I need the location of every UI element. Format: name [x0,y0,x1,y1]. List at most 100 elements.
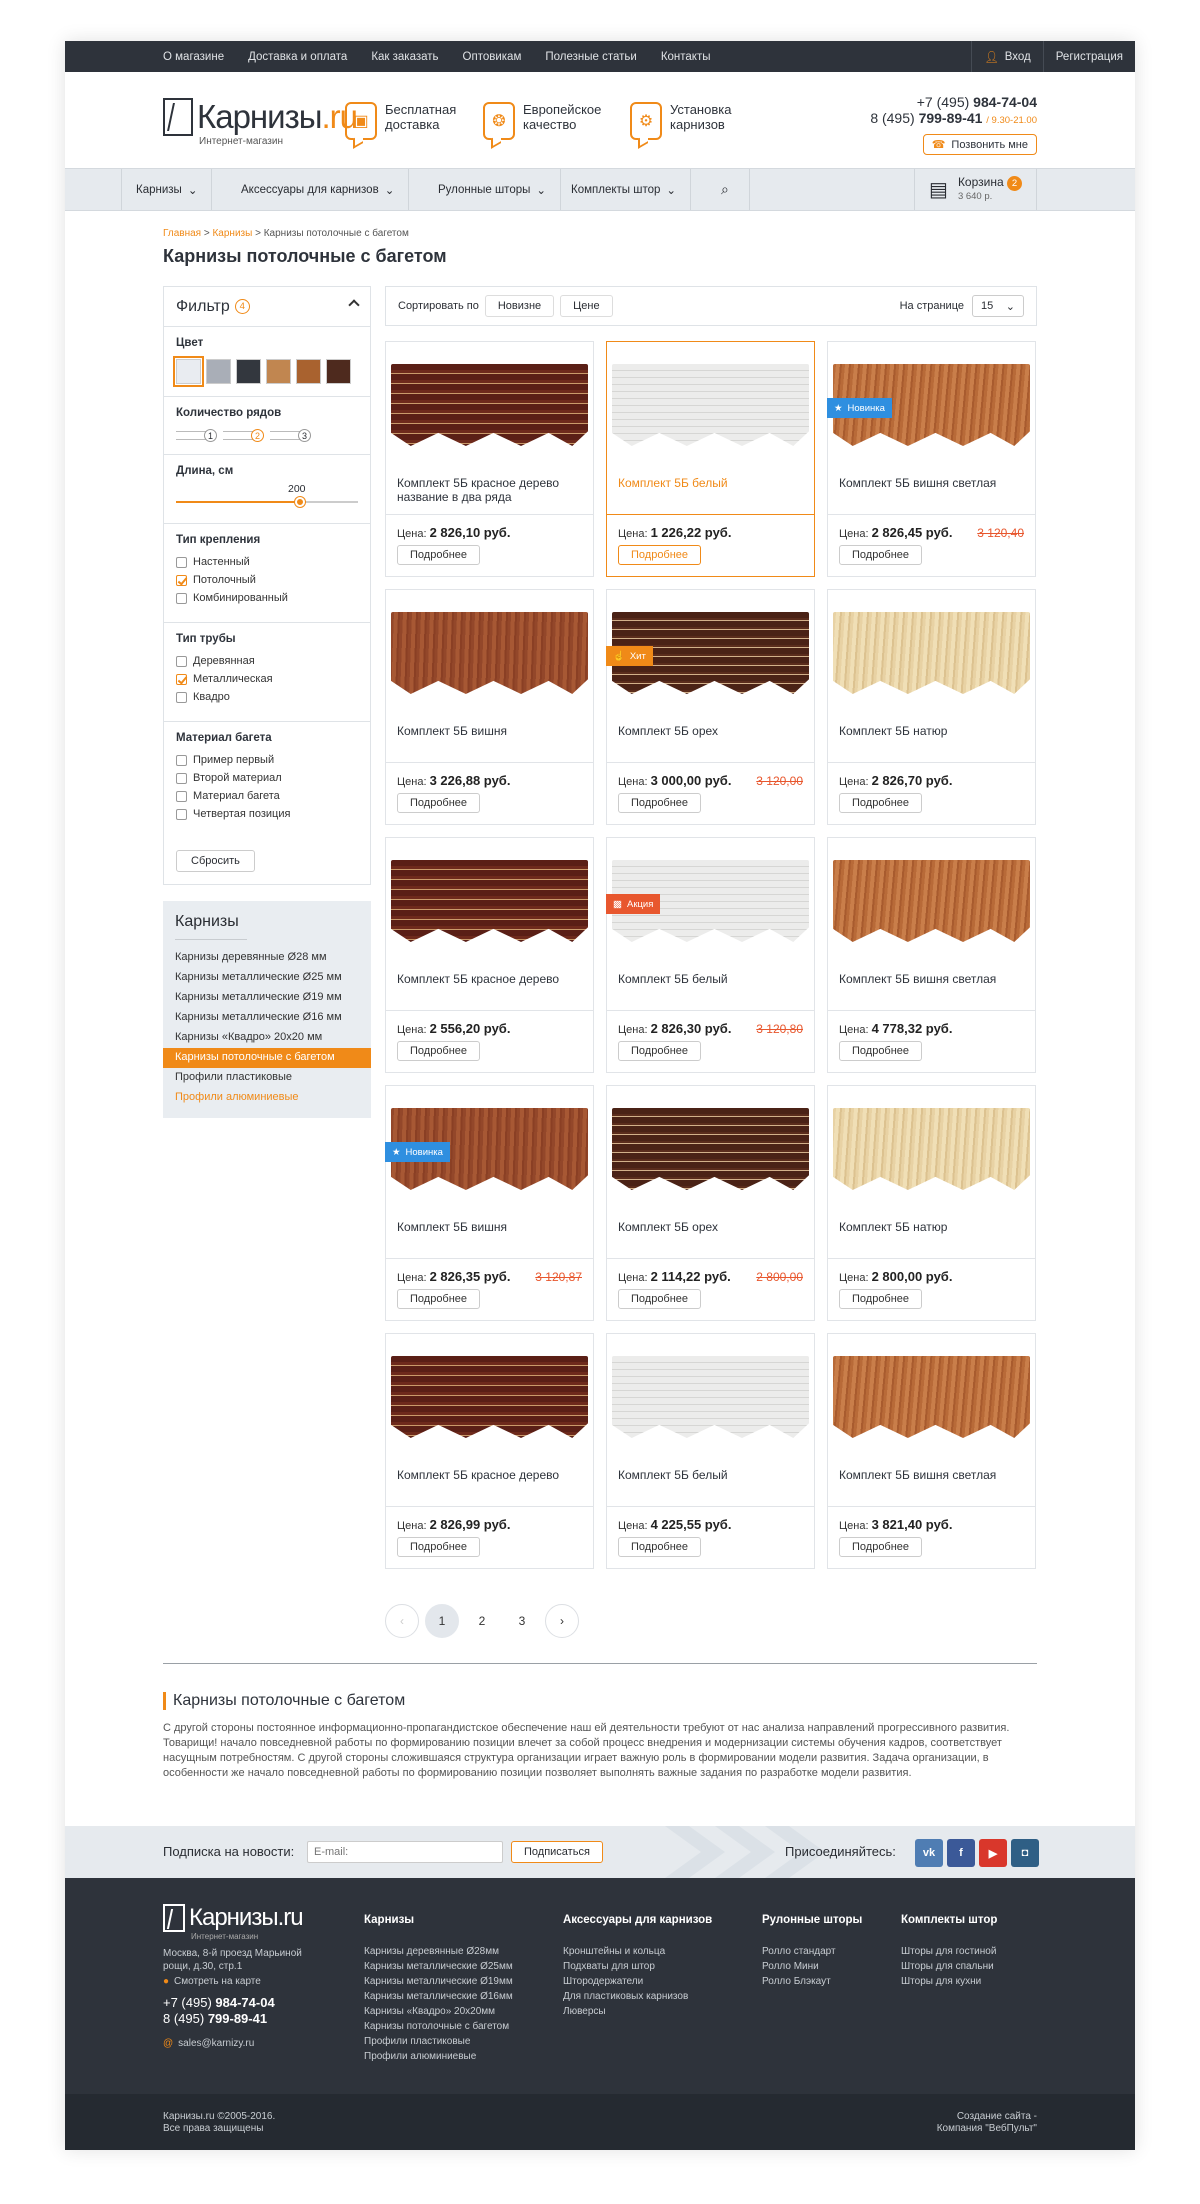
breadcrumb-home[interactable]: Главная [163,228,201,239]
details-button[interactable]: Подробнее [397,1289,481,1309]
color-swatch-6[interactable] [326,359,351,384]
product-name[interactable]: Комплект 5Б красное дерево название в дв… [397,476,587,504]
top-nav-how-to-order[interactable]: Как заказать [371,51,438,63]
facebook-icon[interactable]: f [947,1839,975,1867]
product-image[interactable] [833,860,1030,942]
mount-checkbox-2[interactable]: Потолочный [176,574,358,586]
details-button[interactable]: Подробнее [618,1289,702,1309]
color-swatch-5[interactable] [296,359,321,384]
product-name[interactable]: Комплект 5Б красное дерево [397,1468,587,1482]
color-swatch-4[interactable] [266,359,291,384]
category-link-8[interactable]: Профили алюминиевые [163,1088,371,1108]
developer-link[interactable]: Создание сайта - Компания "ВебПульт" [937,2111,1037,2135]
vk-icon[interactable]: vk [915,1839,943,1867]
product-name[interactable]: Комплект 5Б вишня [397,1220,587,1234]
product-card[interactable]: Комплект 5Б красное дерево Цена: 2 556,20… [385,837,594,1073]
top-nav-articles[interactable]: Полезные статьи [545,51,636,63]
slider-handle[interactable] [294,497,305,507]
tube-checkbox-1[interactable]: Деревянная [176,655,358,667]
details-button[interactable]: Подробнее [618,545,702,565]
material-checkbox-3[interactable]: Материал багета [176,790,358,802]
sort-by-price-button[interactable]: Цене [560,295,613,317]
youtube-icon[interactable]: ▶ [979,1839,1007,1867]
footer-phone-1[interactable]: +7 (495) 984-74-04 [163,1995,275,2011]
mount-checkbox-1[interactable]: Настенный [176,556,358,568]
details-button[interactable]: Подробнее [618,1041,702,1061]
tube-checkbox-2[interactable]: Металлическая [176,673,358,685]
footer-link[interactable]: Карнизы потолочные с багетом [364,2019,513,2034]
details-button[interactable]: Подробнее [618,793,702,813]
product-card[interactable]: Комплект 5Б белый Цена: 1 226,22 руб. Подр… [606,341,815,577]
rows-option-2[interactable]: 2 [223,429,264,442]
footer-email[interactable]: @ sales@karnizy.ru [163,2038,254,2049]
footer-link[interactable]: Шторы для спальни [901,1959,997,1974]
footer-map-link[interactable]: ● Смотреть на карте [163,1976,261,1987]
footer-link[interactable]: Карнизы «Квадро» 20x20мм [364,2004,513,2019]
footer-link[interactable]: Карнизы металлические Ø16мм [364,1989,513,2004]
tube-checkbox-3[interactable]: Квадро [176,691,358,703]
catnav-curtain-sets[interactable]: Комплекты штор ⌄ [557,169,692,210]
product-image[interactable] [612,1356,809,1438]
phone-2[interactable]: 8 (495) 799-89-41 / 9.30-21.00 [870,110,1037,129]
cart-button[interactable]: ▤ Корзина 23 640 р. [914,169,1037,210]
product-card[interactable]: Комплект 5Б орех Цена: 2 114,22 руб. 2 800… [606,1085,815,1321]
top-nav-contacts[interactable]: Контакты [661,51,711,63]
footer-logo[interactable]: Карнизы.ru Интернет-магазин [163,1904,304,1941]
product-card[interactable]: Комплект 5Б вишня Цена: 3 226,88 руб. Подр… [385,589,594,825]
product-image[interactable] [391,364,588,446]
pagination-page-2[interactable]: 2 [465,1604,499,1638]
callback-button[interactable]: ☎ Позвонить мне [922,134,1037,155]
color-swatch-1[interactable] [173,356,204,387]
product-card[interactable]: Комплект 5Б красное дерево название в дв… [385,341,594,577]
product-card[interactable]: Комплект 5Б натюр Цена: 2 826,70 руб. Подр… [827,589,1036,825]
footer-link[interactable]: Профили алюминиевые [364,2049,513,2064]
product-name[interactable]: Комплект 5Б красное дерево [397,972,587,986]
category-link-1[interactable]: Карнизы деревянные Ø28 мм [163,948,371,968]
footer-phone-2[interactable]: 8 (495) 799-89-41 [163,2011,275,2027]
product-name[interactable]: Комплект 5Б вишня светлая [839,1468,1029,1482]
register-link[interactable]: Регистрация [1042,41,1135,72]
details-button[interactable]: Подробнее [839,793,923,813]
subscribe-button[interactable]: Подписаться [511,1841,603,1863]
rows-option-3[interactable]: 3 [270,429,311,442]
product-card[interactable]: Комплект 5Б вишня светлая Цена: 4 778,32 … [827,837,1036,1073]
color-swatch-3[interactable] [236,359,261,384]
footer-link[interactable]: Карнизы деревянные Ø28мм [364,1944,513,1959]
product-image[interactable] [833,1108,1030,1190]
product-name[interactable]: Комплект 5Б вишня светлая [839,476,1029,490]
footer-link[interactable]: Карнизы металлические Ø19мм [364,1974,513,1989]
product-name[interactable]: Комплект 5Б натюр [839,1220,1029,1234]
details-button[interactable]: Подробнее [397,1041,481,1061]
product-card[interactable]: Комплект 5Б вишня светлая Цена: 3 821,40 … [827,1333,1036,1569]
footer-link[interactable]: Ролло Блэкаут [762,1974,862,1989]
category-link-7[interactable]: Профили пластиковые [163,1068,371,1088]
product-card[interactable]: Комплект 5Б натюр Цена: 2 800,00 руб. Подр… [827,1085,1036,1321]
rows-option-1[interactable]: 1 [176,429,217,442]
catnav-cornices[interactable]: Карнизы ⌄ [121,169,213,210]
category-link-2[interactable]: Карнизы металлические Ø25 мм [163,968,371,988]
details-button[interactable]: Подробнее [397,545,481,565]
product-image[interactable] [391,1356,588,1438]
product-name[interactable]: Комплект 5Б натюр [839,724,1029,738]
footer-link[interactable]: Профили пластиковые [364,2034,513,2049]
product-image[interactable] [391,860,588,942]
top-nav-delivery[interactable]: Доставка и оплата [248,51,347,63]
details-button[interactable]: Подробнее [839,1537,923,1557]
material-checkbox-2[interactable]: Второй материал [176,772,358,784]
product-name[interactable]: Комплект 5Б вишня светлая [839,972,1029,986]
product-name[interactable]: Комплект 5Б вишня [397,724,587,738]
details-button[interactable]: Подробнее [618,1537,702,1557]
product-name[interactable]: Комплект 5Б белый [618,476,808,490]
color-swatch-2[interactable] [206,359,231,384]
footer-link[interactable]: Подхваты для штор [563,1959,712,1974]
pagination-prev[interactable]: ‹ [385,1604,419,1638]
instagram-icon[interactable]: ◘ [1011,1839,1039,1867]
filter-header[interactable]: Фильтр 4 [164,287,370,327]
details-button[interactable]: Подробнее [839,545,923,565]
footer-link[interactable]: Карнизы металлические Ø25мм [364,1959,513,1974]
product-name[interactable]: Комплект 5Б орех [618,1220,808,1234]
details-button[interactable]: Подробнее [397,793,481,813]
site-logo[interactable]: Карнизы.ru Интернет-магазин [163,98,358,147]
footer-link[interactable]: Люверсы [563,2004,712,2019]
product-image[interactable] [833,1356,1030,1438]
